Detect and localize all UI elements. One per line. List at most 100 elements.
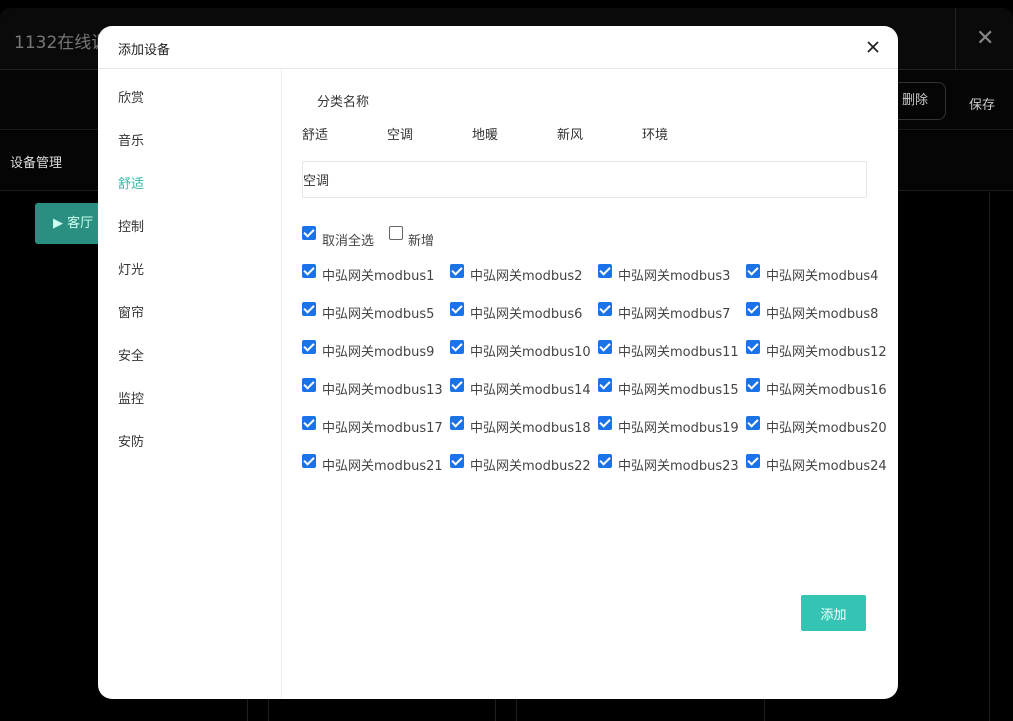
sidebar-item-safety[interactable]: 安全	[118, 345, 144, 364]
device-label: 中弘网关modbus10	[470, 345, 591, 360]
device-checkbox[interactable]	[746, 340, 760, 354]
device-item[interactable]: 中弘网关modbus3	[598, 264, 746, 288]
device-item[interactable]: 中弘网关modbus16	[746, 378, 894, 402]
save-button[interactable]: 保存	[969, 94, 995, 113]
device-label: 中弘网关modbus19	[618, 421, 739, 436]
device-label: 中弘网关modbus14	[470, 383, 591, 398]
device-checkbox[interactable]	[450, 416, 464, 430]
device-item[interactable]: 中弘网关modbus20	[746, 416, 894, 440]
device-checkbox[interactable]	[302, 416, 316, 430]
device-label: 中弘网关modbus3	[618, 269, 731, 284]
device-checkbox[interactable]	[746, 302, 760, 316]
device-checkbox[interactable]	[450, 378, 464, 392]
category-name-label: 分类名称	[317, 95, 370, 110]
device-label: 中弘网关modbus20	[766, 421, 887, 436]
category-tab-comfort[interactable]: 舒适	[302, 124, 328, 143]
device-label: 中弘网关modbus11	[618, 345, 739, 360]
device-label: 中弘网关modbus4	[766, 269, 879, 284]
close-icon[interactable]	[864, 38, 882, 56]
device-checkbox[interactable]	[302, 340, 316, 354]
device-item[interactable]: 中弘网关modbus13	[302, 378, 450, 402]
category-tab-environment[interactable]: 环境	[642, 124, 668, 143]
device-label: 中弘网关modbus12	[766, 345, 887, 360]
device-item[interactable]: 中弘网关modbus2	[450, 264, 598, 288]
tab-device-management[interactable]: 设备管理	[10, 152, 62, 171]
add-button[interactable]: 添加	[801, 595, 866, 631]
device-label: 中弘网关modbus2	[470, 269, 583, 284]
device-item[interactable]: 中弘网关modbus14	[450, 378, 598, 402]
device-item[interactable]: 中弘网关modbus10	[450, 340, 598, 364]
device-item[interactable]: 中弘网关modbus23	[598, 454, 746, 478]
device-checkbox[interactable]	[450, 340, 464, 354]
dialog-header: 添加设备	[98, 26, 898, 69]
device-item[interactable]: 中弘网关modbus11	[598, 340, 746, 364]
device-item[interactable]: 中弘网关modbus5	[302, 302, 450, 326]
device-checkbox[interactable]	[302, 378, 316, 392]
category-sidebar: 欣赏 音乐 舒适 控制 灯光 窗帘 安全 监控 安防	[98, 69, 282, 699]
add-device-dialog: 添加设备 欣赏 音乐 舒适 控制 灯光 窗帘 安全 监控 安防 分类名称 舒适 …	[98, 26, 898, 699]
sidebar-item-security[interactable]: 安防	[118, 431, 144, 450]
device-checkbox-grid: 中弘网关modbus1 中弘网关modbus2 中弘网关modbus3 中弘网关mod…	[302, 264, 898, 494]
device-item[interactable]: 中弘网关modbus12	[746, 340, 894, 364]
device-label: 中弘网关modbus16	[766, 383, 887, 398]
device-checkbox[interactable]	[746, 454, 760, 468]
device-label: 中弘网关modbus15	[618, 383, 739, 398]
sidebar-item-lighting[interactable]: 灯光	[118, 259, 144, 278]
device-item[interactable]: 中弘网关modbus18	[450, 416, 598, 440]
device-label: 中弘网关modbus13	[322, 383, 443, 398]
device-checkbox[interactable]	[302, 454, 316, 468]
select-all-label: 取消全选	[322, 234, 375, 249]
app-close-icon[interactable]: ✕	[976, 26, 994, 51]
device-item[interactable]: 中弘网关modbus7	[598, 302, 746, 326]
device-item[interactable]: 中弘网关modbus9	[302, 340, 450, 364]
device-checkbox[interactable]	[302, 264, 316, 278]
device-checkbox[interactable]	[746, 378, 760, 392]
device-item[interactable]: 中弘网关modbus24	[746, 454, 894, 478]
category-name-input[interactable]	[302, 161, 867, 198]
sidebar-item-music[interactable]: 音乐	[118, 130, 144, 149]
room-button[interactable]: ▶ 客厅	[35, 203, 105, 244]
add-new-checkbox[interactable]	[389, 226, 403, 240]
device-checkbox[interactable]	[598, 378, 612, 392]
select-all-checkbox[interactable]	[302, 226, 316, 240]
device-checkbox[interactable]	[598, 264, 612, 278]
device-checkbox[interactable]	[450, 264, 464, 278]
device-checkbox[interactable]	[746, 416, 760, 430]
category-tab-floor-heating[interactable]: 地暖	[472, 124, 498, 143]
device-checkbox[interactable]	[598, 416, 612, 430]
sidebar-item-curtain[interactable]: 窗帘	[118, 302, 144, 321]
device-item[interactable]: 中弘网关modbus8	[746, 302, 894, 326]
grid-divider	[989, 192, 990, 721]
device-item[interactable]: 中弘网关modbus17	[302, 416, 450, 440]
sidebar-item-monitoring[interactable]: 监控	[118, 388, 144, 407]
device-checkbox[interactable]	[450, 302, 464, 316]
device-label: 中弘网关modbus18	[470, 421, 591, 436]
device-item[interactable]: 中弘网关modbus19	[598, 416, 746, 440]
device-label: 中弘网关modbus21	[322, 459, 443, 474]
device-item[interactable]: 中弘网关modbus1	[302, 264, 450, 288]
device-item[interactable]: 中弘网关modbus6	[450, 302, 598, 326]
device-checkbox[interactable]	[598, 340, 612, 354]
sidebar-item-comfort[interactable]: 舒适	[118, 173, 144, 192]
category-tab-fresh-air[interactable]: 新风	[557, 124, 583, 143]
device-label: 中弘网关modbus23	[618, 459, 739, 474]
dialog-content: 分类名称 舒适 空调 地暖 新风 环境 取消全选 新增 中弘网关modbus1中…	[282, 69, 898, 699]
device-checkbox[interactable]	[598, 454, 612, 468]
sidebar-item-appreciation[interactable]: 欣赏	[118, 87, 144, 106]
device-checkbox[interactable]	[450, 454, 464, 468]
device-label: 中弘网关modbus6	[470, 307, 583, 322]
device-label: 中弘网关modbus9	[322, 345, 435, 360]
device-label: 中弘网关modbus22	[470, 459, 591, 474]
dialog-title: 添加设备	[118, 43, 171, 58]
device-label: 中弘网关modbus5	[322, 307, 435, 322]
device-checkbox[interactable]	[302, 302, 316, 316]
sidebar-item-control[interactable]: 控制	[118, 216, 144, 235]
device-item[interactable]: 中弘网关modbus21	[302, 454, 450, 478]
device-item[interactable]: 中弘网关modbus4	[746, 264, 894, 288]
device-item[interactable]: 中弘网关modbus22	[450, 454, 598, 478]
category-tab-aircon[interactable]: 空调	[387, 124, 413, 143]
device-checkbox[interactable]	[746, 264, 760, 278]
device-label: 中弘网关modbus24	[766, 459, 887, 474]
device-item[interactable]: 中弘网关modbus15	[598, 378, 746, 402]
device-checkbox[interactable]	[598, 302, 612, 316]
